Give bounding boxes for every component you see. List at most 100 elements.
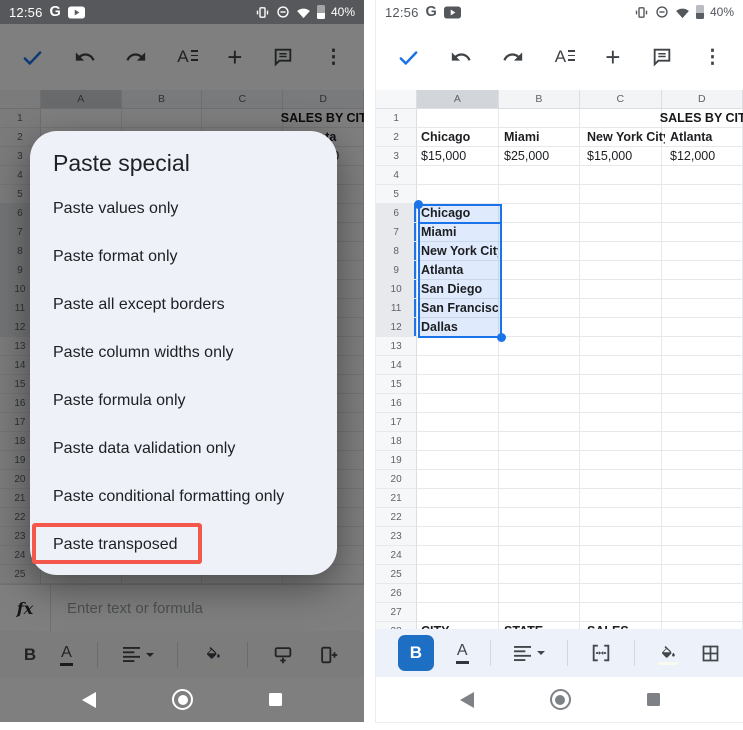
cell-D5[interactable] <box>662 185 743 204</box>
cell-D22[interactable] <box>662 508 743 527</box>
selection-handle-bottom[interactable] <box>497 333 506 342</box>
redo-icon[interactable] <box>502 46 524 68</box>
cell-C19[interactable] <box>580 451 661 470</box>
menu-item-paste-transposed[interactable]: Paste transposed <box>30 521 337 569</box>
menu-item-paste-all-except-borders[interactable]: Paste all except borders <box>30 281 337 329</box>
overflow-menu-icon[interactable]: ⋮ <box>703 46 722 69</box>
row-header-19[interactable]: 19 <box>376 451 417 470</box>
cell-B23[interactable] <box>499 527 580 546</box>
cell-D18[interactable] <box>662 432 743 451</box>
cell-B14[interactable] <box>499 356 580 375</box>
back-icon[interactable] <box>460 692 474 708</box>
recents-icon[interactable] <box>269 693 282 706</box>
cell-B12[interactable] <box>499 318 580 337</box>
cell-C14[interactable] <box>580 356 661 375</box>
cell-C11[interactable] <box>580 299 661 318</box>
cell-B18[interactable] <box>499 432 580 451</box>
cell-C10[interactable] <box>580 280 661 299</box>
cell-A16[interactable] <box>417 394 498 413</box>
align-button[interactable] <box>513 645 545 662</box>
cell-D16[interactable] <box>662 394 743 413</box>
cell-B25[interactable] <box>499 565 580 584</box>
cell-C12[interactable] <box>580 318 661 337</box>
cell-B16[interactable] <box>499 394 580 413</box>
column-header-B[interactable]: B <box>499 90 580 109</box>
cell-D6[interactable] <box>662 204 743 223</box>
cell-B22[interactable] <box>499 508 580 527</box>
row-header-17[interactable]: 17 <box>376 413 417 432</box>
comment-icon[interactable] <box>651 46 673 68</box>
cell-B4[interactable] <box>499 166 580 185</box>
cell-C13[interactable] <box>580 337 661 356</box>
row-header-11[interactable]: 11 <box>376 299 417 318</box>
cell-B7[interactable] <box>499 223 580 242</box>
cell-A18[interactable] <box>417 432 498 451</box>
cell-D14[interactable] <box>662 356 743 375</box>
cell-C5[interactable] <box>580 185 661 204</box>
cell-B8[interactable] <box>499 242 580 261</box>
menu-item-paste-column-widths-only[interactable]: Paste column widths only <box>30 329 337 377</box>
row-header-16[interactable]: 16 <box>376 394 417 413</box>
cell-A23[interactable] <box>417 527 498 546</box>
row-header-9[interactable]: 9 <box>376 261 417 280</box>
cell-C7[interactable] <box>580 223 661 242</box>
cell-A22[interactable] <box>417 508 498 527</box>
row-header-6[interactable]: 6 <box>376 204 417 223</box>
cell-A26[interactable] <box>417 584 498 603</box>
row-header-26[interactable]: 26 <box>376 584 417 603</box>
merge-cells-button[interactable] <box>590 642 612 664</box>
menu-item-paste-data-validation-only[interactable]: Paste data validation only <box>30 425 337 473</box>
cell-A15[interactable] <box>417 375 498 394</box>
cell-D12[interactable] <box>662 318 743 337</box>
cell-A21[interactable] <box>417 489 498 508</box>
cell-C23[interactable] <box>580 527 661 546</box>
text-color-button[interactable]: A <box>456 642 469 664</box>
cell-B20[interactable] <box>499 470 580 489</box>
row-header-22[interactable]: 22 <box>376 508 417 527</box>
row-header-28[interactable]: 28 <box>376 622 417 629</box>
cell-C21[interactable] <box>580 489 661 508</box>
undo-icon[interactable] <box>450 46 472 68</box>
cell-A14[interactable] <box>417 356 498 375</box>
menu-item-paste-formula-only[interactable]: Paste formula only <box>30 377 337 425</box>
cell-C26[interactable] <box>580 584 661 603</box>
cell-C18[interactable] <box>580 432 661 451</box>
format-text-icon[interactable]: A <box>555 47 575 67</box>
home-icon[interactable] <box>172 689 193 710</box>
cell-A27[interactable] <box>417 603 498 622</box>
cell-D15[interactable] <box>662 375 743 394</box>
row-header-24[interactable]: 24 <box>376 546 417 565</box>
cell-C6[interactable] <box>580 204 661 223</box>
cell-C1[interactable] <box>580 109 661 128</box>
cell-D13[interactable] <box>662 337 743 356</box>
cell-A24[interactable] <box>417 546 498 565</box>
row-header-15[interactable]: 15 <box>376 375 417 394</box>
borders-button[interactable] <box>700 643 721 664</box>
cell-A19[interactable] <box>417 451 498 470</box>
cell-A5[interactable] <box>417 185 498 204</box>
cell-D28[interactable] <box>662 622 743 629</box>
cell-B11[interactable] <box>499 299 580 318</box>
cell-C4[interactable] <box>580 166 661 185</box>
cell-C22[interactable] <box>580 508 661 527</box>
cell-B6[interactable] <box>499 204 580 223</box>
row-header-13[interactable]: 13 <box>376 337 417 356</box>
select-all-corner[interactable] <box>376 90 417 109</box>
cell-D27[interactable] <box>662 603 743 622</box>
cell-D8[interactable] <box>662 242 743 261</box>
selection-handle-top[interactable] <box>414 200 423 209</box>
row-header-27[interactable]: 27 <box>376 603 417 622</box>
cell-D10[interactable] <box>662 280 743 299</box>
cell-D19[interactable] <box>662 451 743 470</box>
cell-A17[interactable] <box>417 413 498 432</box>
row-header-5[interactable]: 5 <box>376 185 417 204</box>
cell-D23[interactable] <box>662 527 743 546</box>
cell-B13[interactable] <box>499 337 580 356</box>
cell-B5[interactable] <box>499 185 580 204</box>
menu-item-paste-values-only[interactable]: Paste values only <box>30 185 337 233</box>
cell-B1[interactable] <box>499 109 580 128</box>
cell-B17[interactable] <box>499 413 580 432</box>
cell-D9[interactable] <box>662 261 743 280</box>
cell-D4[interactable] <box>662 166 743 185</box>
fill-color-button[interactable] <box>657 642 678 665</box>
